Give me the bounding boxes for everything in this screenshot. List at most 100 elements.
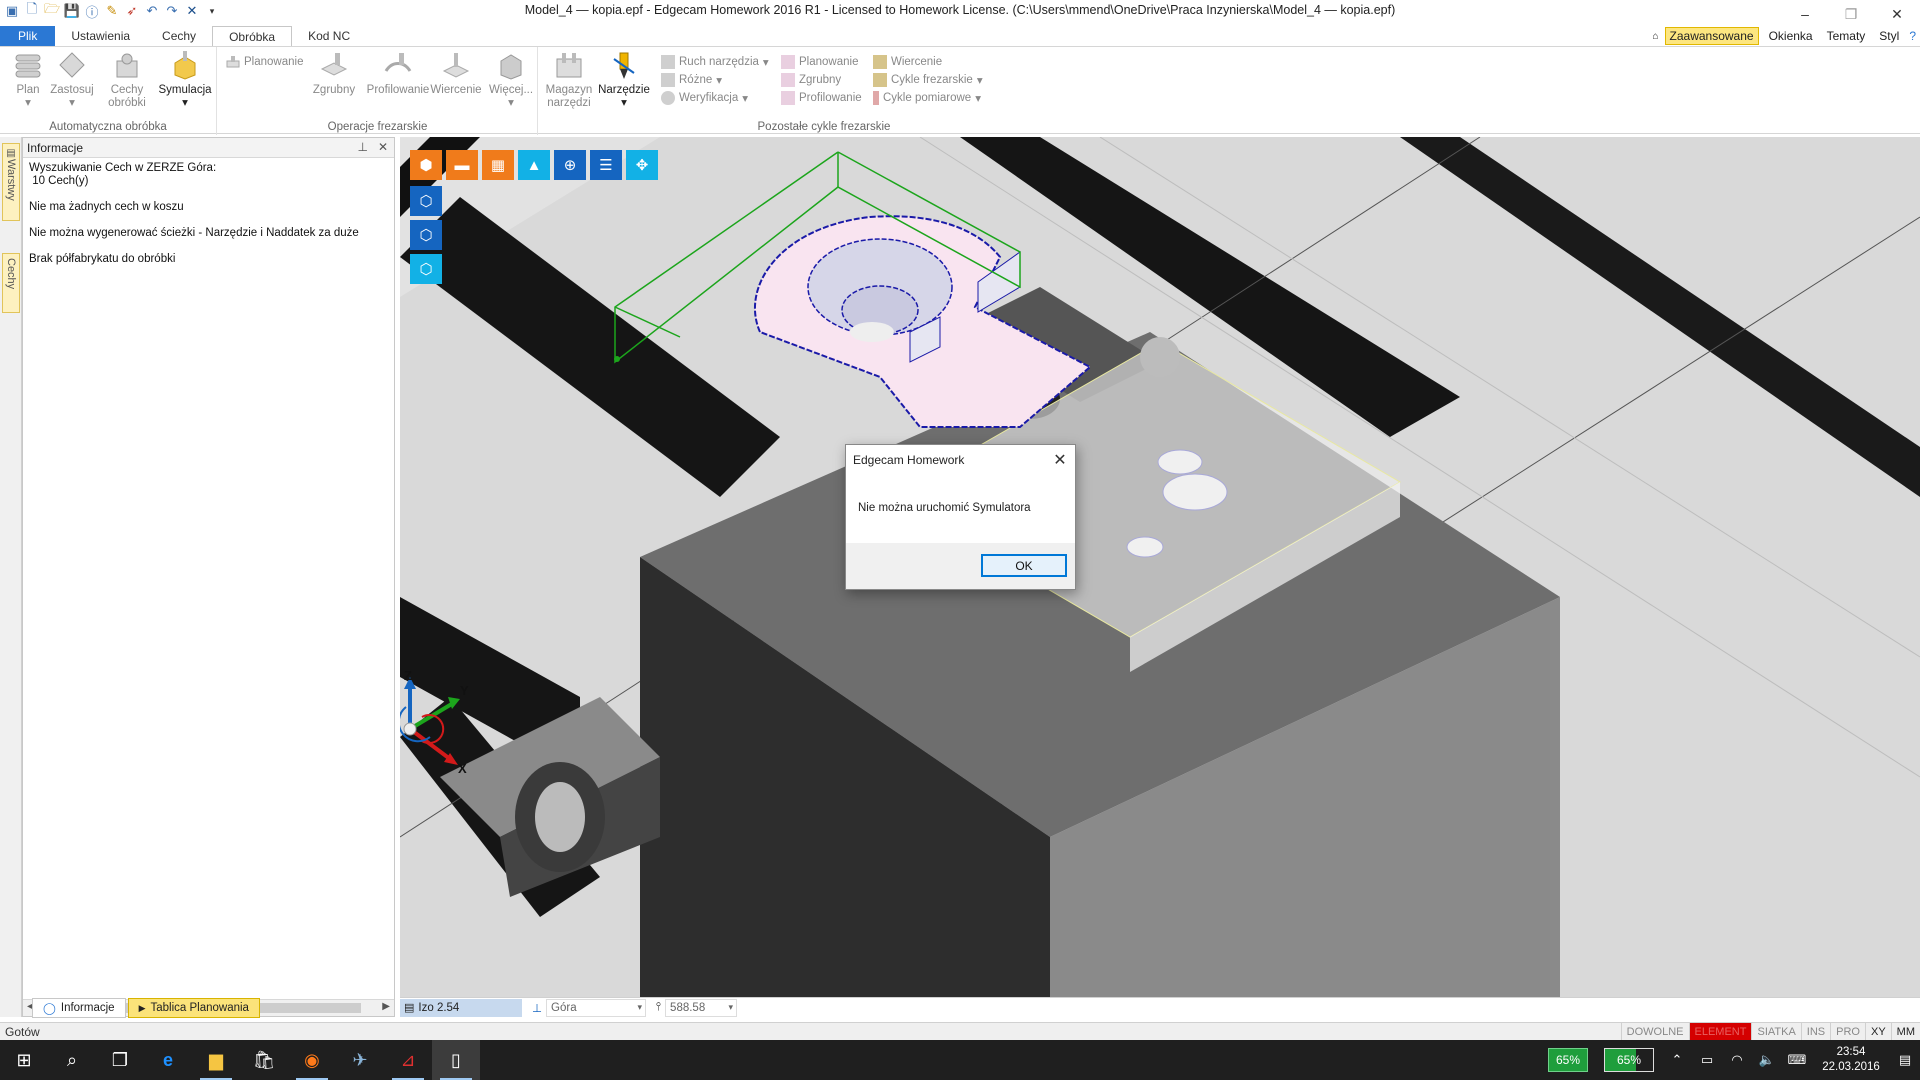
notifications-icon[interactable]: ▤ [1890, 1040, 1920, 1080]
redo-icon[interactable]: ↷ [164, 3, 180, 19]
edge-browser-icon[interactable]: e [144, 1040, 192, 1080]
machine-icon[interactable]: ▬ [446, 150, 478, 180]
styl-menu[interactable]: Styl [1875, 28, 1903, 44]
planowanie-small-button[interactable]: Planowanie [226, 53, 303, 71]
wiercenie-cykl-button[interactable]: Wiercenie [873, 53, 942, 71]
3d-viewport[interactable]: Z Y X [400, 137, 1920, 997]
symulacja-button[interactable]: Symulacja ▾ [158, 51, 212, 110]
zgrubny-cykl-label: Zgrubny [799, 74, 842, 86]
tab-cechy-side[interactable]: Cechy [2, 253, 20, 313]
flag-mm[interactable]: MM [1890, 1023, 1920, 1041]
clock[interactable]: 23:54 22.03.2016 [1812, 1045, 1890, 1075]
battery-icon[interactable]: ▭ [1692, 1040, 1722, 1080]
search-icon[interactable]: ⌕ [48, 1040, 96, 1080]
zaawansowane-button[interactable]: Zaawansowane [1664, 27, 1759, 45]
cube-side-icon[interactable]: ⬡ [410, 254, 442, 284]
tab-informacje[interactable]: ◯ Informacje [32, 998, 126, 1018]
wiecej-button[interactable]: Więcej... ▾ [486, 51, 536, 110]
stock-icon[interactable]: ▦ [482, 150, 514, 180]
plan-button[interactable]: Plan ▾ [4, 51, 52, 110]
flag-element[interactable]: ELEMENT [1688, 1023, 1752, 1041]
ok-button[interactable]: OK [981, 554, 1067, 577]
tab-plik[interactable]: Plik [0, 26, 56, 46]
tab-ustawienia[interactable]: Ustawienia [55, 26, 146, 46]
battery-indicator-1[interactable]: 65% [1548, 1048, 1588, 1072]
cykle-frezarskie-button[interactable]: Cykle frezarskie ▾ [873, 71, 983, 89]
battery-indicator-2[interactable]: 65% [1604, 1048, 1654, 1072]
flag-siatka[interactable]: SIATKA [1751, 1023, 1800, 1041]
cechy-obrobki-button[interactable]: Cechy obróbki [102, 51, 152, 110]
firefox-icon[interactable]: ◉ [288, 1040, 336, 1080]
collapse-ribbon-icon[interactable]: ⌂ [1652, 31, 1658, 42]
cube-top-icon[interactable]: ⬡ [410, 186, 442, 216]
help-icon[interactable]: ? [1909, 29, 1916, 43]
profilowanie-cykl-button[interactable]: Profilowanie [781, 89, 862, 107]
tematy-menu[interactable]: Tematy [1823, 28, 1870, 44]
save-icon[interactable]: 💾 [64, 3, 80, 19]
zastosuj-button[interactable]: Zastosuj ▾ [48, 51, 96, 110]
zgrubny-cykl-button[interactable]: Zgrubny [781, 71, 841, 89]
tab-kod-nc[interactable]: Kod NC [292, 26, 366, 46]
tab-tablica-planowania[interactable]: ▶ Tablica Planowania [127, 998, 260, 1018]
store-icon[interactable]: 🛍 [240, 1040, 288, 1080]
close-panel-icon[interactable]: ✕ [378, 140, 388, 154]
keyboard-icon[interactable]: ⌨ [1782, 1040, 1812, 1080]
ribbon-tabs: Plik Ustawienia Cechy Obróbka Kod NC ⌂ Z… [0, 26, 1920, 46]
pan-icon[interactable]: ✥ [626, 150, 658, 180]
rozne-button[interactable]: Różne ▾ [661, 71, 722, 89]
tab-cechy[interactable]: Cechy [146, 26, 212, 46]
start-windows-icon[interactable]: ⊞ [0, 1040, 48, 1080]
new-file-icon[interactable]: 🗋 [24, 1, 40, 19]
cancel-icon[interactable]: ✕ [184, 3, 200, 19]
wifi-icon[interactable]: ◠ [1722, 1040, 1752, 1080]
zgrubny-button[interactable]: Zgrubny [310, 51, 358, 97]
weryfikacja-button[interactable]: Weryfikacja ▾ [661, 89, 748, 107]
rocket-icon[interactable]: ➶ [124, 3, 140, 19]
flag-dowolne[interactable]: DOWOLNE [1620, 1023, 1689, 1041]
volume-icon[interactable]: 🔈 [1752, 1040, 1782, 1080]
flag-ins[interactable]: INS [1800, 1023, 1830, 1041]
cube-front-icon[interactable]: ⬡ [410, 220, 442, 250]
document-icon[interactable]: ▯ [432, 1040, 480, 1080]
view-dropdown[interactable]: Góra ▾ [546, 998, 647, 1017]
profilowanie-button[interactable]: Profilowanie [364, 51, 432, 97]
acrobat-icon[interactable]: ⊿ [384, 1040, 432, 1080]
view-select[interactable]: ⊥ Góra ▾ [532, 998, 647, 1017]
planowanie-cykl-button[interactable]: Planowanie [781, 53, 858, 71]
value-readout: 588.58 [670, 1001, 706, 1014]
okienka-menu[interactable]: Okienka [1765, 28, 1817, 44]
info-icon[interactable]: ⓘ [84, 3, 100, 20]
wizard-icon[interactable]: ✎ [104, 3, 120, 19]
flag-xy[interactable]: XY [1864, 1023, 1891, 1041]
pin-icon[interactable]: ⊥ [357, 140, 367, 154]
narzedzie-button[interactable]: Narzędzie ▾ [597, 51, 651, 110]
flag-pro[interactable]: PRO [1830, 1023, 1865, 1041]
wiercenie-button[interactable]: Wiercenie [428, 51, 484, 97]
ribbon: Plan ▾ Zastosuj ▾ Cechy obróbki Symulacja ▾… [0, 46, 1920, 135]
app-icon[interactable]: ▣ [4, 3, 20, 19]
show-hidden-icons-icon[interactable]: ⌃ [1662, 1040, 1692, 1080]
tab-warstwy[interactable]: ▤ Warstwy [2, 143, 20, 221]
value-field[interactable]: ⫯ 588.58 ▾ [656, 998, 738, 1017]
open-folder-icon[interactable]: 🗁 [44, 1, 60, 19]
maximize-button[interactable]: ❐ [1828, 0, 1874, 28]
customize-dropdown-icon[interactable]: ▾ [204, 3, 220, 19]
dialog-close-button[interactable]: ✕ [1051, 450, 1069, 470]
tool-view-icon[interactable]: ▲ [518, 150, 550, 180]
zoom-icon[interactable]: ⊕ [554, 150, 586, 180]
undo-icon[interactable]: ↶ [144, 3, 160, 19]
task-view-icon[interactable]: ❐ [96, 1040, 144, 1080]
magazyn-narzedzi-button[interactable]: Magazyn narzędzi [543, 51, 595, 110]
file-explorer-icon[interactable]: ▆ [192, 1040, 240, 1080]
list-icon[interactable]: ☰ [590, 150, 622, 180]
dialog-footer: OK [846, 543, 1075, 589]
tab-obrobka[interactable]: Obróbka [212, 26, 293, 46]
value-dropdown[interactable]: 588.58 ▾ [665, 998, 738, 1017]
ruch-narzedzia-button[interactable]: Ruch narzędzia ▾ [661, 53, 769, 71]
cykle-pomiarowe-button[interactable]: Cykle pomiarowe ▾ [873, 89, 981, 107]
iso-view-icon[interactable]: ⬢ [410, 150, 442, 180]
edgecam-icon[interactable]: ✈ [336, 1040, 384, 1080]
close-window-button[interactable]: ✕ [1874, 0, 1920, 28]
izo-field[interactable]: ▤ Izo 2.54 [400, 998, 522, 1017]
minimize-button[interactable]: – [1782, 0, 1828, 28]
